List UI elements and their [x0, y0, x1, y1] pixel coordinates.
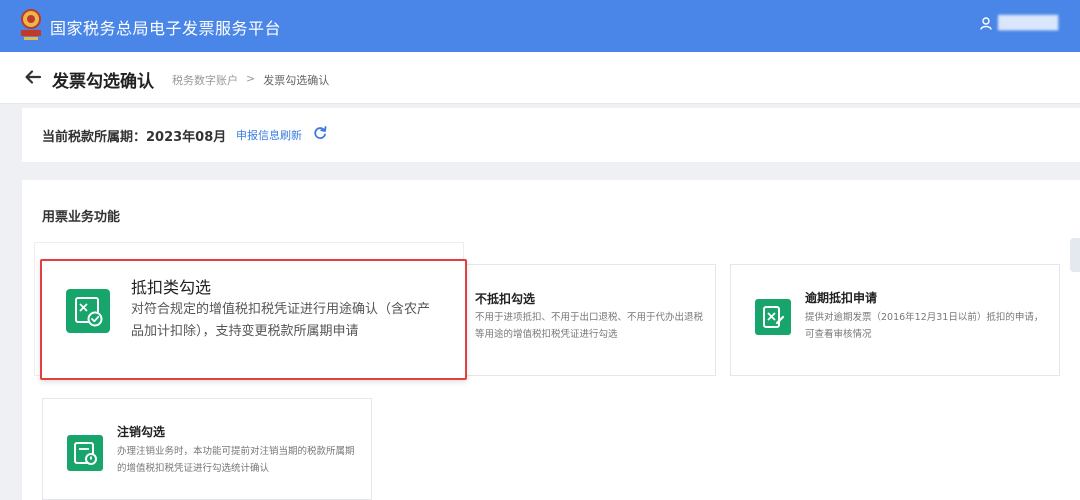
card-title: 注销勾选	[117, 425, 166, 439]
overdue-deduction-icon	[755, 299, 791, 335]
card-description: 提供对逾期发票（2016年12月31日以前）抵扣的申请，可查看审核情况	[805, 312, 1044, 340]
back-arrow-icon[interactable]	[24, 68, 42, 86]
section-title: 用票业务功能	[42, 210, 121, 225]
tax-emblem-logo	[21, 9, 41, 40]
refresh-icon[interactable]	[312, 125, 328, 141]
user-menu[interactable]: ██████	[980, 16, 1058, 31]
card-description: 不用于进项抵扣、不用于出口退税、不用于代办出退税等用途的增值税扣税凭证进行勾选	[475, 312, 704, 340]
user-icon	[980, 17, 992, 30]
breadcrumb: 税务数字账户 > 发票勾选确认	[172, 72, 329, 88]
breadcrumb-item-current: 发票勾选确认	[263, 74, 330, 87]
highlighted-deduction-check-card[interactable]: 抵扣类勾选 对符合规定的增值税扣税凭证进行用途确认（含农产 品加计扣除），支持变…	[40, 259, 467, 380]
card-description: 办理注销业务时，本功能可提前对注销当期的税款所属期的增值税扣税凭证进行勾选统计确…	[117, 446, 355, 474]
top-navigation-bar: 国家税务总局电子发票服务平台 ██████	[0, 0, 1080, 52]
page-title: 发票勾选确认	[52, 72, 154, 92]
card-title: 逾期抵扣申请	[805, 291, 878, 305]
tax-period-label: 当前税款所属期：2023年08月	[42, 130, 227, 145]
tax-period-card: 当前税款所属期：2023年08月 申报信息刷新	[22, 108, 1080, 162]
breadcrumb-item-tax-account[interactable]: 税务数字账户	[172, 72, 238, 88]
card-cancellation-check[interactable]: 注销勾选 办理注销业务时，本功能可提前对注销当期的税款所属期的增值税扣税凭证进行…	[42, 398, 372, 500]
side-scroll-handle[interactable]	[1070, 238, 1080, 272]
card-non-deduction-check[interactable]: 不抵扣勾选 不用于进项抵扣、不用于出口退税、不用于代办出退税等用途的增值税扣税凭…	[411, 264, 716, 376]
page-header: 发票勾选确认 税务数字账户 > 发票勾选确认	[0, 52, 1080, 104]
deduction-check-icon	[66, 289, 110, 333]
card-overdue-deduction[interactable]: 逾期抵扣申请 提供对逾期发票（2016年12月31日以前）抵扣的申请，可查看审核…	[730, 264, 1060, 376]
card-description: 对符合规定的增值税扣税凭证进行用途确认（含农产 品加计扣除），支持变更税款所属期…	[131, 299, 447, 343]
card-description-line: 对符合规定的增值税扣税凭证进行用途确认（含农产	[131, 302, 431, 317]
platform-title: 国家税务总局电子发票服务平台	[50, 19, 282, 38]
breadcrumb-separator: >	[246, 72, 256, 85]
card-description-line: 品加计扣除），支持变更税款所属期申请	[131, 324, 359, 339]
card-title: 不抵扣勾选	[475, 292, 536, 306]
refresh-declaration-link[interactable]: 申报信息刷新	[236, 127, 302, 143]
card-title: 抵扣类勾选	[131, 278, 212, 297]
cancellation-check-icon	[67, 435, 103, 471]
user-name: ██████	[998, 16, 1058, 31]
